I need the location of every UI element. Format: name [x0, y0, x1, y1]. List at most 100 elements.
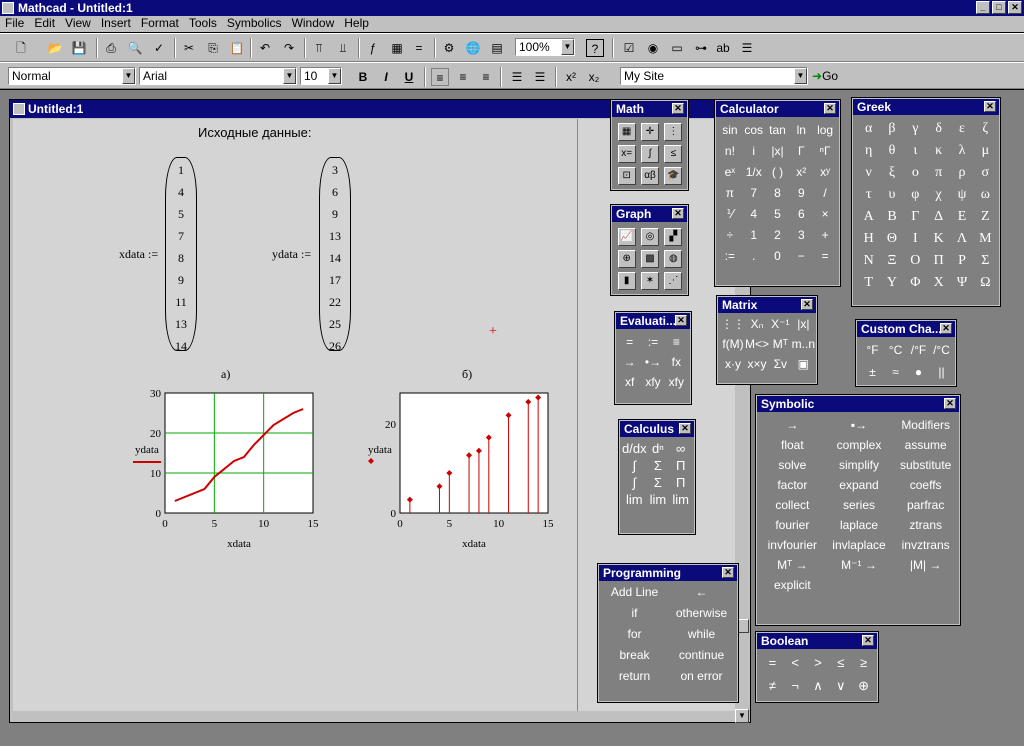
symbolic-keyword-15[interactable]: fourier [759, 518, 826, 532]
matrix-element[interactable]: 1 [168, 163, 194, 178]
calculus-toolbar-icon[interactable]: ∫ [640, 145, 659, 163]
greek-letter-12[interactable]: ν [857, 165, 880, 181]
calculator-key-6[interactable]: i [742, 144, 766, 158]
custom-character-4[interactable]: ± [861, 365, 884, 379]
calculator-key-27[interactable]: 2 [766, 228, 790, 242]
calculator-key-29[interactable]: + [813, 228, 837, 242]
boolean-operator-5[interactable]: ≠ [761, 678, 784, 694]
insert-table-icon[interactable]: ▤ [488, 39, 506, 57]
menu-window[interactable]: Window [287, 16, 340, 32]
align-center-icon[interactable]: ≡ [454, 68, 472, 86]
menu-edit[interactable]: Edit [29, 16, 60, 32]
boolean-operator-9[interactable]: ⊕ [852, 678, 875, 694]
contour-plot-icon[interactable]: ⊕ [617, 250, 636, 268]
matrix-element[interactable]: 9 [322, 207, 348, 222]
greek-letter-36[interactable]: Ν [857, 253, 880, 269]
symbolic-keyword-3[interactable]: float [759, 438, 826, 452]
greek-letter-15[interactable]: π [927, 165, 950, 181]
programming-toolbar-icon[interactable]: ⊡ [617, 167, 636, 185]
calculator-toolbar-icon[interactable]: ▦ [617, 123, 636, 141]
symbolic-keyword-6[interactable]: solve [759, 458, 826, 472]
symbolic-keyword-16[interactable]: laplace [826, 518, 893, 532]
symbolic-keyword-18[interactable]: invfourier [759, 538, 826, 552]
symbolic-keyword-19[interactable]: invlaplace [826, 538, 893, 552]
calculator-key-23[interactable]: 6 [789, 207, 813, 221]
programming-keyword-9[interactable]: on error [668, 669, 735, 683]
greek-letter-32[interactable]: Ι [904, 231, 927, 247]
range-variable-icon[interactable]: m..n [792, 337, 815, 351]
matrix-element[interactable]: 3 [322, 163, 348, 178]
calculator-key-8[interactable]: Γ [789, 144, 813, 158]
xy-plot-icon[interactable]: 📈 [617, 228, 636, 246]
programming-keyword-2[interactable]: if [601, 606, 668, 620]
calculator-key-1[interactable]: cos [742, 123, 766, 137]
greek-letter-29[interactable]: Ζ [974, 209, 997, 225]
programming-keyword-5[interactable]: while [668, 627, 735, 641]
greek-letter-40[interactable]: Ρ [950, 253, 973, 269]
greek-letter-4[interactable]: ε [950, 121, 973, 137]
calculator-key-11[interactable]: 1/x [742, 165, 766, 179]
product-icon[interactable]: Π [669, 458, 692, 473]
resource-center-icon[interactable]: 🌐 [464, 39, 482, 57]
calculator-key-26[interactable]: 1 [742, 228, 766, 242]
greek-letter-35[interactable]: Μ [974, 231, 997, 247]
matrix-element[interactable]: 4 [168, 185, 194, 200]
matrix-column-icon[interactable]: M<> [745, 337, 769, 351]
matrix-toolbar-icon[interactable]: ⋮ [664, 123, 683, 141]
mathcad-app-icon[interactable] [2, 2, 14, 14]
bullets-icon[interactable]: ☰ [508, 68, 526, 86]
close-icon[interactable]: ✕ [679, 423, 691, 434]
matrix-element[interactable]: 11 [168, 295, 194, 310]
vector-field-plot-icon[interactable]: ◍ [664, 250, 683, 268]
underline-button[interactable]: U [400, 68, 418, 86]
minimize-button[interactable]: _ [976, 1, 990, 14]
calculator-key-4[interactable]: log [813, 123, 837, 137]
greek-letter-11[interactable]: μ [974, 143, 997, 159]
range-product-icon[interactable]: Π [669, 475, 692, 490]
maximize-button[interactable]: □ [992, 1, 1006, 14]
redo-icon[interactable]: ↷ [280, 39, 298, 57]
site-select[interactable]: My Site ▼ [620, 67, 808, 85]
calculator-key-33[interactable]: − [789, 249, 813, 263]
greek-letter-37[interactable]: Ξ [880, 253, 903, 269]
greek-letter-45[interactable]: Χ [927, 275, 950, 291]
calculator-key-14[interactable]: xʸ [813, 165, 837, 179]
greek-letter-6[interactable]: η [857, 143, 880, 159]
calculator-key-30[interactable]: := [718, 249, 742, 263]
calculator-key-5[interactable]: n! [718, 144, 742, 158]
close-icon[interactable]: ✕ [675, 315, 687, 326]
save-icon[interactable]: 💾 [70, 39, 88, 57]
limit-icon[interactable]: lim [622, 492, 647, 507]
programming-keyword-0[interactable]: Add Line [601, 585, 668, 599]
radio-control-icon[interactable]: ◉ [644, 39, 662, 57]
calculator-key-3[interactable]: ln [789, 123, 813, 137]
matrix-subscript-icon[interactable]: Xₙ [745, 317, 769, 331]
symbolic-keyword-22[interactable]: M⁻¹ → [826, 558, 893, 572]
textbox-control-icon[interactable]: ab [714, 39, 732, 57]
evaluation-operator-0[interactable]: = [618, 335, 641, 349]
checkbox-control-icon[interactable]: ☑ [620, 39, 638, 57]
trace-plot-icon[interactable]: ⋰ [664, 272, 683, 290]
boolean-operator-0[interactable]: = [761, 655, 784, 670]
calculate-icon[interactable]: = [410, 39, 428, 57]
cut-icon[interactable]: ✂ [180, 39, 198, 57]
summation-icon[interactable]: Σ [647, 458, 670, 473]
menu-symbolics[interactable]: Symbolics [222, 16, 287, 32]
calculator-key-20[interactable]: ⅟ [718, 207, 742, 221]
boolean-operator-7[interactable]: ∧ [807, 678, 830, 694]
calculator-key-13[interactable]: x² [789, 165, 813, 179]
range-summation-icon[interactable]: Σ [647, 475, 670, 490]
calculator-key-17[interactable]: 8 [766, 186, 790, 200]
symbolic-keyword-24[interactable]: explicit [759, 578, 826, 592]
programming-keyword-8[interactable]: return [601, 669, 668, 683]
programming-keyword-7[interactable]: continue [668, 648, 735, 662]
matrix-inverse-icon[interactable]: X⁻¹ [769, 317, 792, 331]
symbolic-keyword-8[interactable]: substitute [892, 458, 959, 472]
matrix-element[interactable]: 8 [168, 251, 194, 266]
matrix-element[interactable]: 9 [168, 273, 194, 288]
matrix-element[interactable]: 14 [168, 339, 194, 354]
greek-letter-10[interactable]: λ [950, 143, 973, 159]
evaluation-operator-4[interactable]: •→ [641, 355, 664, 369]
print-preview-icon[interactable]: 🔍 [126, 39, 144, 57]
calculator-key-7[interactable]: |x| [766, 144, 790, 158]
